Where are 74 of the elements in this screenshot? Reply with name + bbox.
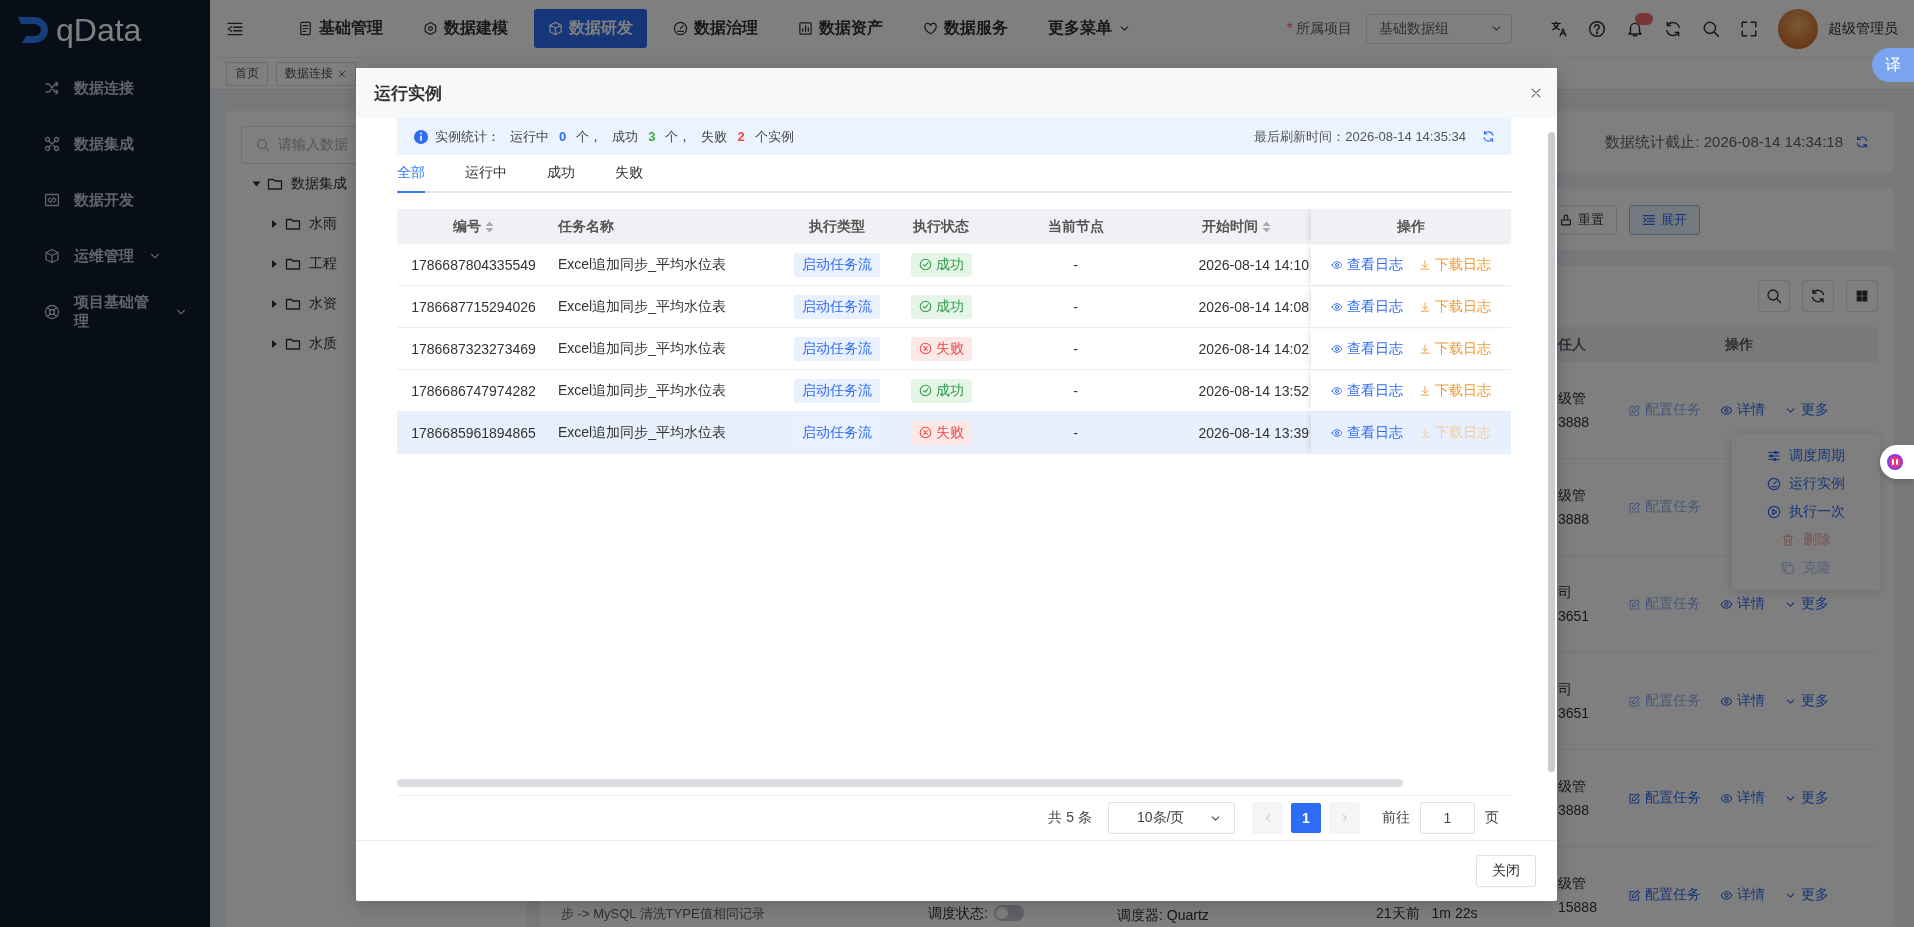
table-cell: 2026-08-14 13:39 [1198,424,1309,441]
owner-name: 级管 [1558,778,1587,796]
table-cell: 1786687804335549 [411,256,536,273]
table-cell: Excel追加同步_平均水位表 [558,255,727,274]
status-tag: 失败 [910,420,972,445]
schedule-label: 调度状态: [928,905,988,923]
owner-phone: 3651 [1558,608,1591,624]
column-header: 任人 [1558,335,1586,354]
column-header: 任务名称 [558,217,614,236]
dialog-title: 运行实例 [374,82,442,105]
task-description: 步 -> MySQL 清洗TYPE值相同记录 [561,905,765,923]
summary-count: 0 [559,129,567,144]
column-header: 开始时间 [1201,217,1258,236]
type-tag: 启动任务流 [794,294,880,319]
brand-name: qData [56,11,142,49]
goto-label: 前往 [1382,809,1410,827]
summary-status: 失败 [701,127,728,146]
column-header: 编号 [453,217,481,236]
column-header: 执行状态 [913,217,969,236]
status-tag: 失败 [910,336,972,361]
table-cell: - [1073,382,1078,399]
owner-name: 级管 [1558,875,1587,893]
summary-status: 成功 [612,127,639,146]
column-header: 当前节点 [1047,217,1104,236]
table-cell: 1786687323273469 [411,340,536,357]
summary-status: 运行中 [510,127,549,146]
owner-phone: 3651 [1558,705,1591,721]
table-cell: - [1073,298,1078,315]
owner-name: 司 [1558,681,1573,699]
summary-unit: 个实例 [754,127,794,146]
column-header: 操作 [1397,217,1425,236]
table-cell: Excel追加同步_平均水位表 [558,339,727,358]
table-cell: Excel追加同步_平均水位表 [558,381,727,400]
summary-label: 实例统计： [435,127,500,146]
table-cell: 1786685961894865 [411,424,536,441]
owner-phone: 3888 [1558,802,1591,818]
table-cell: 2026-08-14 14:10 [1198,256,1309,273]
required-mark: * [1286,19,1293,38]
owner-phone: 3888 [1558,414,1591,430]
column-header: 执行类型 [809,217,865,236]
table-cell: - [1073,340,1078,357]
table-cell: 1786686747974282 [411,382,536,399]
table-cell: 1786687715294026 [411,298,536,315]
table-cell: - [1073,424,1078,441]
table-cell: Excel追加同步_平均水位表 [558,423,727,442]
owner-name: 级管 [1558,390,1587,408]
scheduler-text: 调度器: Quartz [1117,907,1209,925]
summary-unit: 个， [665,127,692,146]
table-cell: 2026-08-14 14:08 [1198,298,1309,315]
summary-count: 2 [737,129,745,144]
status-tag: 成功 [910,294,972,319]
status-tag: 成功 [910,378,972,403]
column-header: 操作 [1725,335,1753,354]
page-unit: 页 [1485,809,1499,827]
project-label: 所属项目 [1296,19,1352,38]
refresh-time: 最后刷新时间：2026-08-14 14:35:34 [1254,127,1466,146]
table-cell: 2026-08-14 13:52 [1198,382,1309,399]
status-tag: 成功 [910,252,972,277]
last-run: 21天前 [1376,905,1420,923]
stats-time: 数据统计截止: 2026-08-14 14:34:18 [1605,132,1843,152]
total-count: 共 5 条 [1048,809,1092,827]
owner-name: 级管 [1558,487,1587,505]
table-cell: Excel追加同步_平均水位表 [558,297,727,316]
summary-count: 3 [648,129,656,144]
duration: 1m 22s [1431,905,1478,923]
type-tag: 启动任务流 [794,378,880,403]
type-tag: 启动任务流 [794,252,880,277]
owner-name: 司 [1558,584,1573,602]
owner-phone: 3888 [1558,511,1591,527]
owner-phone: 15888 [1558,899,1598,915]
summary-unit: 个， [576,127,603,146]
table-cell: 2026-08-14 14:02 [1198,340,1309,357]
type-tag: 启动任务流 [794,336,880,361]
table-cell: - [1073,256,1078,273]
